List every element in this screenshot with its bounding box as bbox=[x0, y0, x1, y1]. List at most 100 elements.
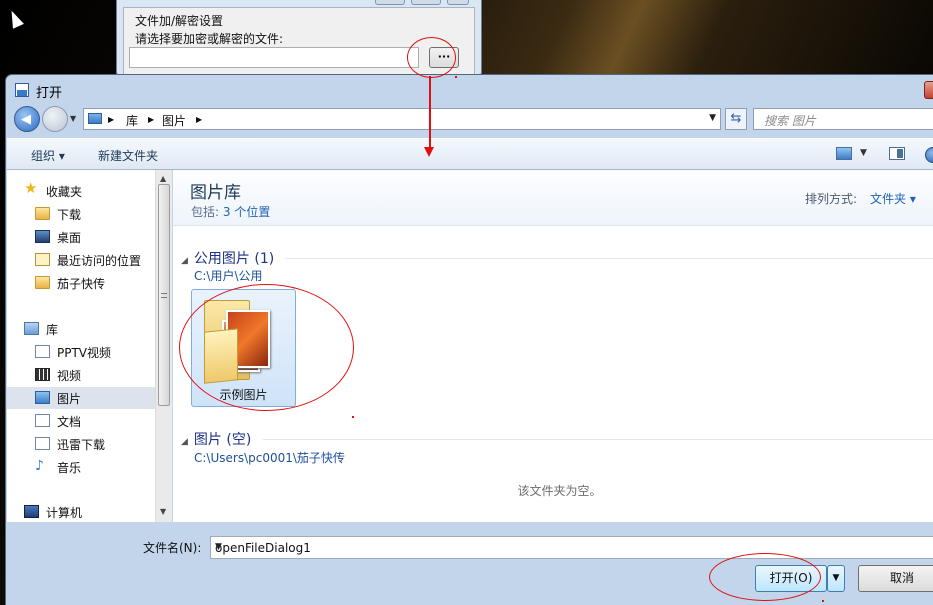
annotation-dot bbox=[822, 600, 824, 602]
group-header-public-pictures[interactable]: ◢ 公用图片 (1) bbox=[181, 248, 274, 268]
annotation-dot bbox=[455, 76, 457, 78]
scroll-down-icon[interactable]: ▼ bbox=[160, 507, 166, 516]
forward-button[interactable] bbox=[42, 106, 68, 132]
open-file-dialog: 打开 ◀ ▼ ▶ 库 ▶ 图片 ▶ ▼ ⇆ 搜索 图片 组织 ▾ 新建文件夹 ▼… bbox=[5, 74, 933, 605]
collapse-triangle-icon[interactable]: ◢ bbox=[181, 256, 188, 266]
nav-label: 图片 bbox=[57, 392, 82, 406]
nav-label: 下载 bbox=[57, 208, 82, 222]
dialog-close-button[interactable] bbox=[924, 81, 933, 99]
annotation-circle-open bbox=[709, 553, 821, 601]
preview-pane-icon[interactable] bbox=[889, 147, 905, 160]
breadcrumb-pictures[interactable]: 图片 bbox=[162, 112, 186, 129]
nav-label: 最近访问的位置 bbox=[57, 254, 142, 268]
desktop-icon bbox=[35, 230, 50, 243]
back-arrow-icon: ◀ bbox=[21, 112, 31, 127]
arrange-by-label: 排列方式: bbox=[805, 192, 858, 206]
document-icon bbox=[35, 414, 50, 427]
close-button[interactable] bbox=[447, 0, 469, 5]
folder-icon bbox=[35, 207, 50, 220]
includes-label: 包括: bbox=[191, 205, 220, 219]
search-placeholder: 搜索 图片 bbox=[764, 114, 816, 128]
group-title: 图片 (空) bbox=[193, 432, 252, 448]
nav-label: 茄子快传 bbox=[57, 277, 106, 291]
nav-favorites[interactable]: ★ 收藏夹 bbox=[7, 180, 155, 202]
nav-label: 视频 bbox=[57, 369, 82, 383]
nav-recent-places[interactable]: 最近访问的位置 bbox=[7, 249, 155, 271]
group-divider bbox=[285, 258, 933, 259]
minimize-button[interactable] bbox=[375, 0, 405, 5]
star-icon: ★ bbox=[24, 179, 38, 197]
library-title: 图片库 bbox=[190, 183, 241, 203]
nav-desktop[interactable]: 桌面 bbox=[7, 226, 155, 248]
recent-places-icon bbox=[35, 253, 50, 266]
arrange-by-dropdown[interactable]: 文件夹 ▾ bbox=[870, 190, 916, 207]
pictures-library-icon bbox=[88, 113, 102, 124]
group-header-pictures[interactable]: ◢ 图片 (空) bbox=[181, 429, 251, 449]
includes-locations-link[interactable]: 3 个位置 bbox=[223, 205, 270, 219]
annotation-circle-browse bbox=[407, 37, 456, 78]
group-path: C:\用户\公用 bbox=[194, 269, 263, 283]
nav-label: 计算机 bbox=[46, 506, 83, 520]
nav-pictures[interactable]: 图片 bbox=[7, 387, 155, 409]
nav-music[interactable]: ♪ 音乐 bbox=[7, 456, 155, 478]
back-button[interactable]: ◀ bbox=[14, 106, 40, 132]
nav-downloads[interactable]: 下载 bbox=[7, 203, 155, 225]
nav-label: 迅雷下载 bbox=[57, 438, 106, 452]
nav-pptv-video[interactable]: PPTV视频 bbox=[7, 341, 155, 363]
library-icon bbox=[24, 322, 39, 335]
new-folder-button[interactable]: 新建文件夹 bbox=[98, 147, 158, 164]
address-bar[interactable]: ▶ 库 ▶ 图片 ▶ ▼ bbox=[83, 108, 721, 130]
nav-scrollbar[interactable]: ▲ ▼ bbox=[155, 170, 172, 522]
refresh-button[interactable]: ⇆ bbox=[725, 108, 747, 130]
nav-thunder-downloads[interactable]: 迅雷下载 bbox=[7, 433, 155, 455]
open-options-dropdown-icon[interactable]: ▼ bbox=[827, 565, 845, 592]
nav-computer[interactable]: 计算机 bbox=[7, 501, 155, 523]
help-icon[interactable] bbox=[925, 147, 933, 163]
annotation-circle-folder bbox=[179, 284, 354, 411]
cancel-button[interactable]: 取消 bbox=[858, 565, 933, 592]
search-input[interactable]: 搜索 图片 bbox=[753, 108, 933, 130]
annotation-arrow-icon bbox=[424, 147, 434, 157]
collapse-triangle-icon[interactable]: ◢ bbox=[181, 437, 188, 447]
annotation-arrow-line bbox=[429, 76, 431, 148]
nav-qiezi-share[interactable]: 茄子快传 bbox=[7, 272, 155, 294]
organize-button[interactable]: 组织 ▾ bbox=[31, 147, 65, 164]
dialog-app-icon bbox=[15, 83, 29, 97]
dialog-title: 打开 bbox=[36, 86, 63, 101]
filename-input[interactable]: openFileDialog1 ▼ bbox=[210, 536, 933, 559]
dialog-titlebar: 打开 bbox=[6, 75, 933, 103]
scroll-up-icon[interactable]: ▲ bbox=[160, 174, 166, 183]
file-path-input[interactable] bbox=[129, 47, 419, 68]
nav-label: 桌面 bbox=[57, 231, 82, 245]
filename-label: 文件名(N): bbox=[143, 541, 202, 555]
nav-label: 库 bbox=[46, 323, 59, 337]
navigation-pane: ★ 收藏夹 下载 桌面 最近访问的位置 茄子快传 库 PPTV视频 视频 图片 文… bbox=[7, 170, 172, 522]
maximize-button[interactable] bbox=[411, 0, 441, 5]
filename-dropdown-icon[interactable]: ▼ bbox=[215, 542, 933, 552]
settings-group-label: 文件加/解密设置 bbox=[135, 14, 224, 28]
group-path: C:\Users\pc0001\茄子快传 bbox=[194, 451, 345, 465]
breadcrumb-library[interactable]: 库 bbox=[126, 112, 138, 129]
change-view-icon[interactable] bbox=[836, 147, 852, 160]
group-divider bbox=[263, 439, 933, 440]
breadcrumb-separator-icon[interactable]: ▶ bbox=[148, 115, 154, 124]
picture-icon bbox=[35, 391, 50, 404]
computer-icon bbox=[24, 505, 39, 518]
breadcrumb-separator-icon[interactable]: ▶ bbox=[108, 115, 114, 124]
scrollbar-thumb[interactable] bbox=[158, 184, 170, 406]
address-row: ◀ ▼ ▶ 库 ▶ 图片 ▶ ▼ ⇆ 搜索 图片 bbox=[6, 103, 933, 135]
file-select-prompt: 请选择要加密或解密的文件: bbox=[135, 32, 284, 46]
nav-libraries[interactable]: 库 bbox=[7, 318, 155, 340]
empty-folder-message: 该文件夹为空。 bbox=[517, 484, 602, 498]
breadcrumb-separator-icon[interactable]: ▶ bbox=[196, 115, 202, 124]
annotation-dot bbox=[352, 416, 354, 418]
nav-videos[interactable]: 视频 bbox=[7, 364, 155, 386]
address-dropdown-icon[interactable]: ▼ bbox=[709, 113, 716, 123]
view-dropdown-icon[interactable]: ▼ bbox=[860, 148, 867, 158]
nav-label: PPTV视频 bbox=[57, 346, 112, 360]
nav-documents[interactable]: 文档 bbox=[7, 410, 155, 432]
group-title: 公用图片 (1) bbox=[193, 251, 275, 267]
library-header: 图片库 包括: 3 个位置 排列方式: 文件夹 ▾ bbox=[173, 170, 933, 226]
recent-pages-dropdown-icon[interactable]: ▼ bbox=[70, 114, 76, 123]
nav-label: 音乐 bbox=[57, 461, 82, 475]
